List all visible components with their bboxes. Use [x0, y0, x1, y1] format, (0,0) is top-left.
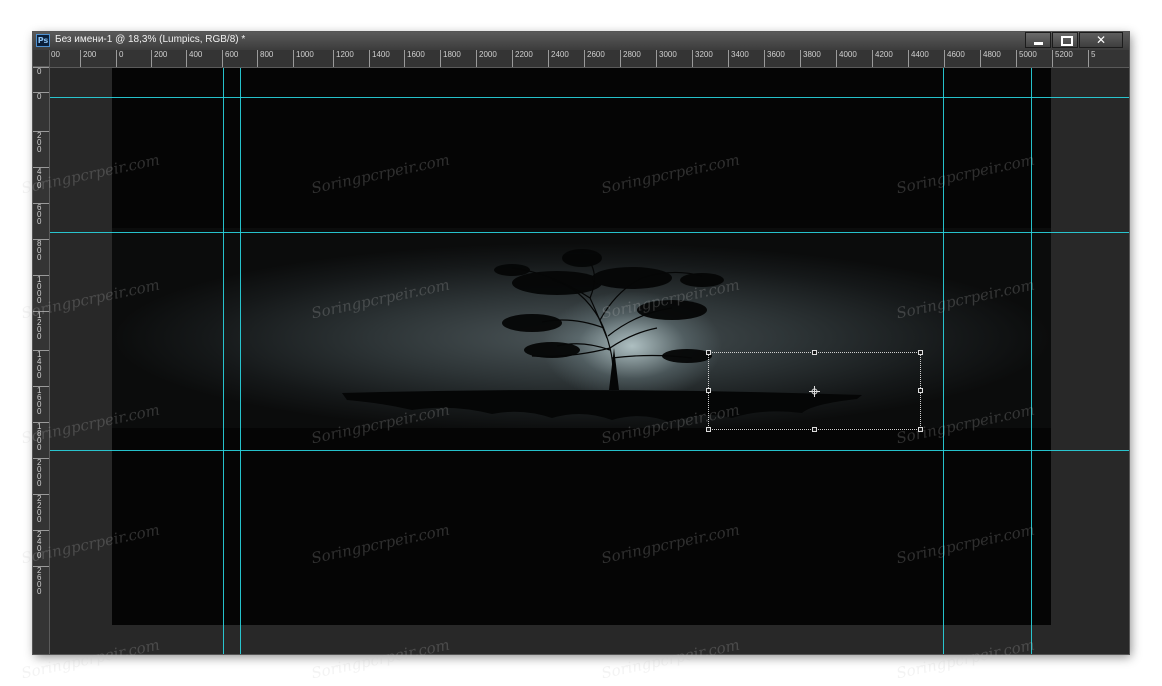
- ruler-tick: 3800: [800, 50, 821, 67]
- guide-vertical[interactable]: [943, 68, 944, 654]
- ruler-tick-label: 1600: [37, 386, 42, 416]
- ruler-tick: 1000: [293, 50, 314, 67]
- transform-handle-bottom[interactable]: [812, 427, 817, 432]
- ruler-tick-label: 1000: [37, 275, 42, 305]
- ruler-tick-label: 2600: [37, 566, 42, 596]
- ruler-tick: 400: [33, 167, 49, 190]
- ruler-tick: 0: [33, 67, 49, 76]
- horizontal-ruler[interactable]: 00 200 0 200 400 600 800 1000 1200 1400 …: [50, 50, 1129, 68]
- ruler-tick: 2000: [476, 50, 497, 67]
- workspace[interactable]: [50, 68, 1129, 654]
- ruler-tick-label: 0: [37, 67, 42, 76]
- ruler-tick: 00: [50, 50, 60, 67]
- ruler-tick: 200: [151, 50, 167, 67]
- ruler-tick-label: 0: [37, 92, 42, 101]
- ruler-tick: 1600: [33, 386, 49, 416]
- vertical-ruler[interactable]: 0 0 200 400 600 800 1000 1200 1400 1600 …: [33, 67, 50, 654]
- ruler-tick: 600: [33, 203, 49, 226]
- transform-handle-top-right[interactable]: [918, 350, 923, 355]
- ruler-tick: 3400: [728, 50, 749, 67]
- ruler-tick: 1600: [404, 50, 425, 67]
- ruler-tick: 3600: [764, 50, 785, 67]
- ruler-tick: 1400: [33, 350, 49, 380]
- ruler-tick: 800: [33, 239, 49, 262]
- ruler-tick: 4400: [908, 50, 929, 67]
- guide-horizontal[interactable]: [50, 232, 1129, 233]
- ruler-tick: 1400: [369, 50, 390, 67]
- ruler-tick: 600: [222, 50, 238, 67]
- transform-handle-right[interactable]: [918, 388, 923, 393]
- ruler-tick: 200: [33, 131, 49, 154]
- transform-handle-bottom-left[interactable]: [706, 427, 711, 432]
- ruler-tick: 2400: [548, 50, 569, 67]
- ruler-tick: 4000: [836, 50, 857, 67]
- ruler-tick: 5: [1088, 50, 1095, 67]
- ruler-tick-label: 800: [37, 239, 42, 262]
- ruler-tick: 5000: [1016, 50, 1037, 67]
- ruler-tick-label: 600: [37, 203, 42, 226]
- ruler-tick: 3200: [692, 50, 713, 67]
- ruler-tick: 4800: [980, 50, 1001, 67]
- photoshop-logo-icon: Ps: [36, 34, 50, 47]
- transform-handle-bottom-right[interactable]: [918, 427, 923, 432]
- ruler-tick-label: 200: [37, 131, 42, 154]
- guide-horizontal[interactable]: [50, 97, 1129, 98]
- ruler-tick-label: 2000: [37, 458, 42, 488]
- ruler-tick: 2000: [33, 458, 49, 488]
- ruler-tick: 2200: [33, 494, 49, 524]
- guide-horizontal[interactable]: [50, 450, 1129, 451]
- ruler-tick: 5200: [1052, 50, 1073, 67]
- ruler-tick: 2600: [33, 566, 49, 596]
- ruler-tick-label: 1200: [37, 311, 42, 341]
- ruler-tick-label: 2200: [37, 494, 42, 524]
- ruler-tick: 1200: [33, 311, 49, 341]
- ruler-tick-label: 2400: [37, 530, 42, 560]
- ruler-tick-label: 1400: [37, 350, 42, 380]
- ruler-tick: 0: [33, 92, 49, 101]
- ruler-tick: 400: [186, 50, 202, 67]
- ruler-origin[interactable]: [33, 50, 50, 67]
- ruler-tick: 1000: [33, 275, 49, 305]
- guide-vertical[interactable]: [223, 68, 224, 654]
- ruler-tick: 1800: [440, 50, 461, 67]
- document-window: Ps Без имени-1 @ 18,3% (Lumpics, RGB/8) …: [33, 32, 1129, 654]
- ruler-tick: 1200: [333, 50, 354, 67]
- minimize-icon: [1034, 42, 1043, 45]
- document-canvas[interactable]: [112, 68, 1051, 625]
- guide-vertical[interactable]: [1031, 68, 1032, 654]
- ruler-tick: 4600: [944, 50, 965, 67]
- ruler-tick: 2200: [512, 50, 533, 67]
- guide-vertical[interactable]: [240, 68, 241, 654]
- maximize-icon: [1061, 36, 1073, 46]
- ruler-tick: 800: [257, 50, 273, 67]
- transform-handle-left[interactable]: [706, 388, 711, 393]
- ruler-tick-label: 400: [37, 167, 42, 190]
- transform-handle-top-left[interactable]: [706, 350, 711, 355]
- ruler-tick: 2600: [584, 50, 605, 67]
- ruler-tick-label: 1800: [37, 422, 42, 452]
- transform-center-icon[interactable]: [809, 386, 820, 397]
- maximize-button[interactable]: [1052, 32, 1078, 48]
- title-bar[interactable]: Ps Без имени-1 @ 18,3% (Lumpics, RGB/8) …: [33, 32, 1129, 50]
- document-title: Без имени-1 @ 18,3% (Lumpics, RGB/8) *: [55, 34, 246, 45]
- ruler-tick: 2400: [33, 530, 49, 560]
- ruler-tick: 1800: [33, 422, 49, 452]
- ruler-tick: 200: [80, 50, 96, 67]
- ruler-tick: 3000: [656, 50, 677, 67]
- ruler-tick: 4200: [872, 50, 893, 67]
- transform-handle-top[interactable]: [812, 350, 817, 355]
- ruler-tick: 0: [116, 50, 123, 67]
- minimize-button[interactable]: [1025, 32, 1051, 48]
- ruler-tick: 2800: [620, 50, 641, 67]
- close-button[interactable]: ✕: [1079, 32, 1123, 48]
